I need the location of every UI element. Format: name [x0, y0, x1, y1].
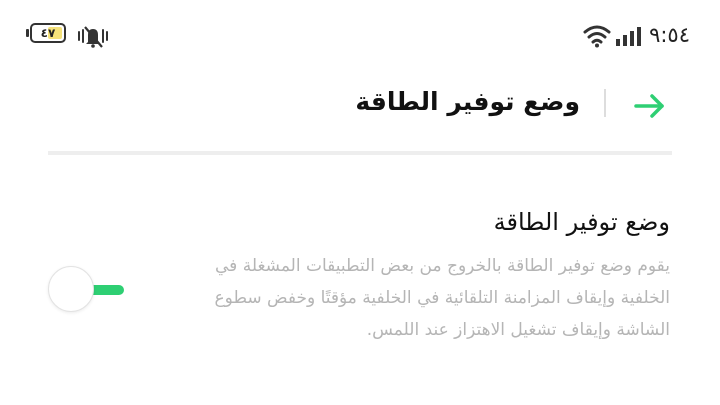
- power-saving-setting-row[interactable]: وضع توفير الطاقة يقوم وضع توفير الطاقة ب…: [0, 190, 720, 390]
- header-separator: [48, 151, 672, 155]
- signal-icon: [616, 27, 641, 46]
- battery-icon: ٤٧: [26, 23, 70, 45]
- setting-description: يقوم وضع توفير الطاقة بالخروج من بعض الت…: [214, 256, 670, 340]
- power-saving-toggle[interactable]: [48, 266, 128, 314]
- toolbar: وضع توفير الطاقة: [0, 70, 720, 150]
- status-time: ٩:٥٤: [649, 23, 690, 47]
- battery-percentage: ٤٧: [40, 26, 56, 40]
- battery-tip: [26, 29, 29, 37]
- toolbar-divider: [604, 89, 606, 117]
- arrow-back-icon[interactable]: [630, 86, 670, 126]
- status-bar: ٩:٥٤ ٤٧: [0, 0, 720, 70]
- wifi-icon: [583, 25, 611, 48]
- page-title: وضع توفير الطاقة: [355, 87, 580, 116]
- vibrate-mute-icon: [78, 26, 108, 48]
- toggle-knob: [48, 266, 94, 312]
- setting-title: وضع توفير الطاقة: [493, 208, 670, 236]
